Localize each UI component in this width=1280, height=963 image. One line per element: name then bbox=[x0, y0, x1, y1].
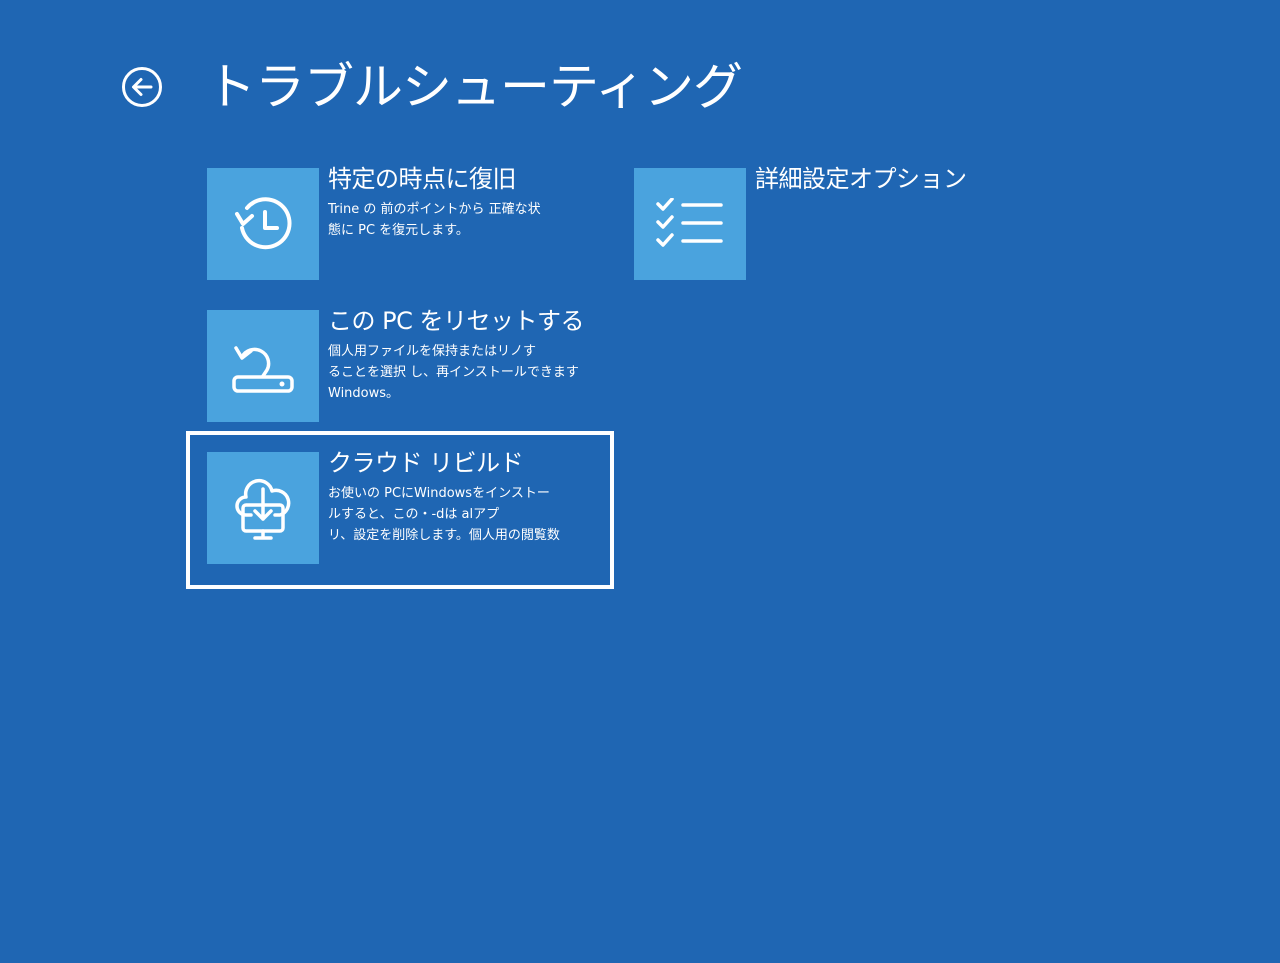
option-title: 特定の時点に復旧 bbox=[328, 165, 517, 193]
option-tile bbox=[207, 452, 319, 564]
option-title: この PC をリセットする bbox=[328, 307, 585, 335]
option-system-restore[interactable]: 特定の時点に復旧 Trine の 前のポイントから 正確な状 態に PC を復元… bbox=[207, 165, 567, 280]
back-arrow-circle-icon bbox=[122, 67, 162, 107]
cloud-download-icon bbox=[235, 478, 291, 540]
option-cloud-rebuild[interactable]: クラウド リビルド お使いの PCにWindowsをインストー ルすると、この・… bbox=[207, 449, 587, 564]
description-line: Trine の 前のポイントから 正確な状 bbox=[328, 202, 541, 217]
option-description: 個人用ファイルを保持またはリノす ることを選択 し、再インストールできます Wi… bbox=[328, 341, 579, 404]
description-line: 態に PC を復元します。 bbox=[328, 223, 469, 238]
option-title: クラウド リビルド bbox=[328, 449, 524, 477]
option-tile bbox=[634, 168, 746, 280]
description-line: Windows。 bbox=[328, 386, 400, 401]
page-title: トラブルシューティング bbox=[206, 58, 743, 116]
reset-pc-icon bbox=[232, 346, 294, 393]
description-line: ルすると、この・-dは alアプ bbox=[328, 507, 500, 522]
option-advanced-options[interactable]: 詳細設定オプション bbox=[634, 165, 994, 280]
back-button[interactable] bbox=[121, 66, 163, 108]
checklist-icon bbox=[656, 198, 723, 247]
option-reset-pc[interactable]: この PC をリセットする 個人用ファイルを保持またはリノす ることを選択 し、… bbox=[207, 307, 587, 422]
description-line: 個人用ファイルを保持またはリノす bbox=[328, 344, 537, 359]
description-line: リ、設定を削除します。個人用の閲覧数 bbox=[328, 528, 560, 543]
option-tile bbox=[207, 310, 319, 422]
description-line: ることを選択 し、再インストールできます bbox=[328, 365, 579, 380]
option-description: お使いの PCにWindowsをインストー ルすると、この・-dは alアプ リ… bbox=[328, 483, 578, 546]
option-description: Trine の 前のポイントから 正確な状 態に PC を復元します。 bbox=[328, 199, 578, 241]
description-line: お使いの PCにWindowsをインストー bbox=[328, 486, 550, 501]
history-restore-icon bbox=[235, 197, 292, 250]
option-tile bbox=[207, 168, 319, 280]
option-title: 詳細設定オプション bbox=[755, 165, 967, 193]
